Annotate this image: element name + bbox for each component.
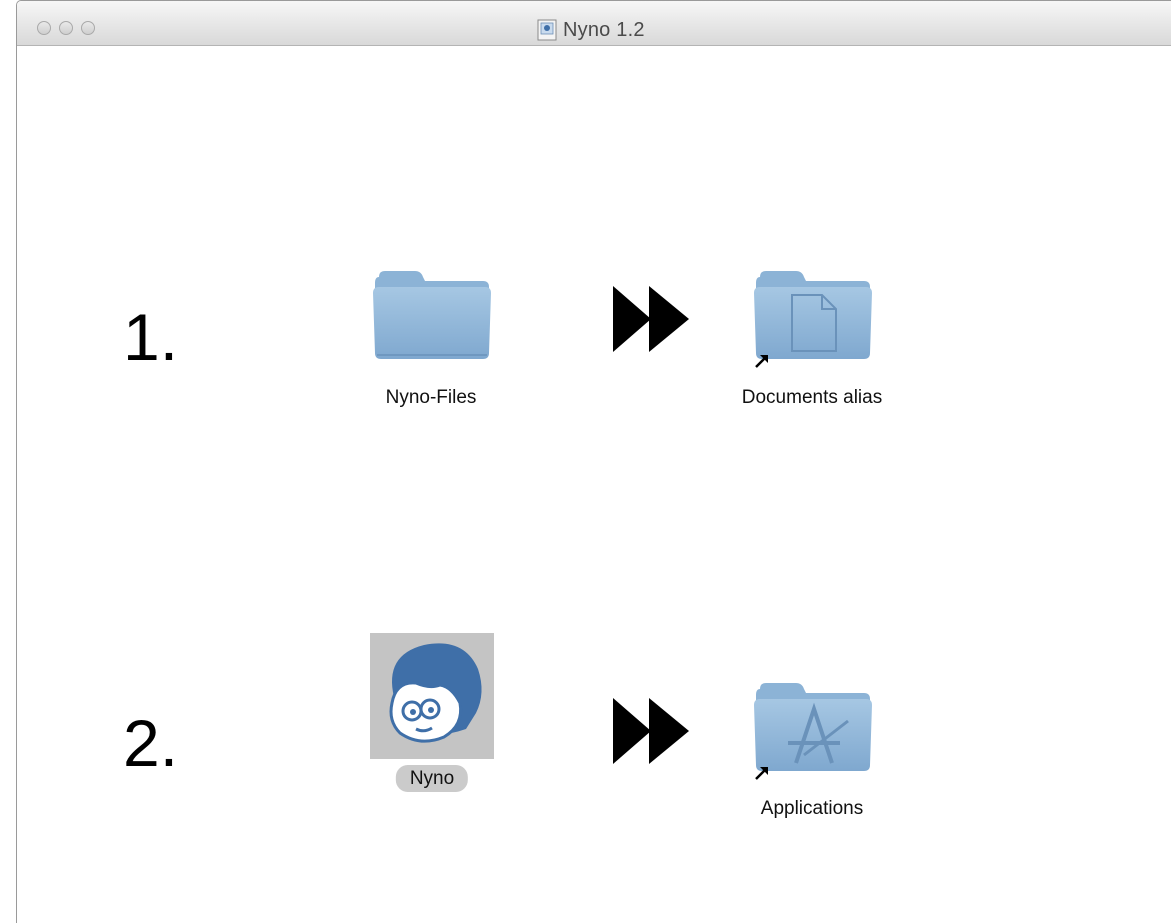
window-title-group: Nyno 1.2 xyxy=(537,18,645,42)
title-bar[interactable]: Nyno 1.2 xyxy=(17,1,1171,46)
fast-forward-arrow-icon xyxy=(613,286,689,352)
window-title: Nyno 1.2 xyxy=(563,18,645,41)
finder-window: Nyno 1.2 1. Nyno-Files Documents alias 2… xyxy=(16,0,1171,923)
zoom-window-button[interactable] xyxy=(81,21,95,35)
applications-alias-folder-icon[interactable] xyxy=(752,681,874,783)
nyno-app-label: Nyno xyxy=(395,765,469,792)
disk-image-icon xyxy=(537,19,557,41)
nyno-files-folder-icon[interactable] xyxy=(371,269,493,361)
nyno-files-label: Nyno-Files xyxy=(385,387,477,408)
documents-alias-label: Documents alias xyxy=(741,387,883,408)
minimize-window-button[interactable] xyxy=(59,21,73,35)
window-content: 1. Nyno-Files Documents alias 2. Nyno Ap… xyxy=(17,46,1171,923)
step-number-2: 2. xyxy=(123,706,179,780)
documents-alias-folder-icon[interactable] xyxy=(752,269,874,371)
close-window-button[interactable] xyxy=(37,21,51,35)
step-number-1: 1. xyxy=(123,300,179,374)
applications-alias-label: Applications xyxy=(760,798,864,819)
nyno-app-icon[interactable] xyxy=(370,633,494,759)
fast-forward-arrow-icon xyxy=(613,698,689,764)
